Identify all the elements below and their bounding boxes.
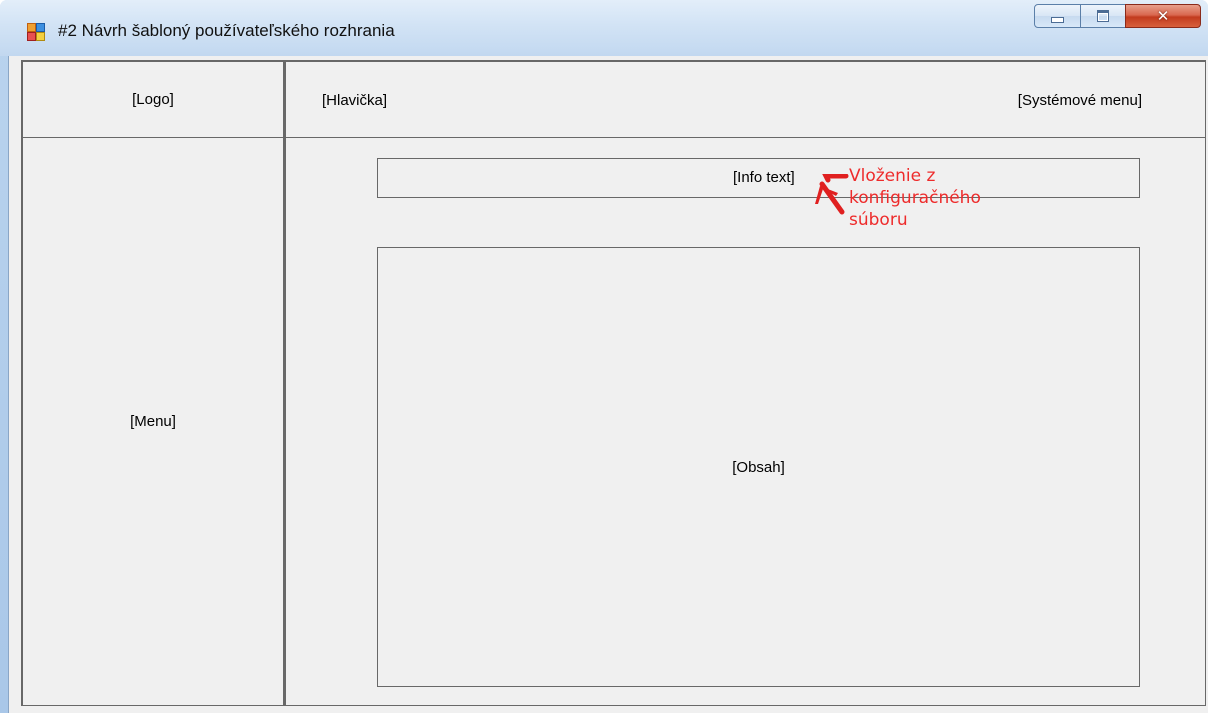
content-box: [Obsah] [377,247,1140,687]
menu-panel: [Menu] [21,137,284,706]
logo-label: [Logo] [132,91,174,108]
header-label: [Hlavička] [322,92,388,109]
red-arrow-icon [815,174,849,215]
minimize-icon [1051,17,1064,23]
window-title: #2 Návrh šabloný používateľského rozhran… [58,21,395,40]
logo-panel: [Logo] [21,60,284,138]
maximize-icon [1097,10,1109,22]
menu-label[interactable]: [Menu] [130,413,176,430]
maximize-button[interactable] [1080,4,1126,28]
title-bar[interactable]: #2 Návrh šabloný používateľského rozhran… [0,0,1208,56]
close-button[interactable]: ✕ [1125,4,1201,28]
app-window-icon[interactable] [27,23,45,41]
annotation-line-3: súboru [849,210,908,230]
annotation-text: Vloženie z konfiguračného súboru [849,165,1059,231]
application-window: #2 Návrh šabloný používateľského rozhran… [0,0,1208,713]
client-area: [Logo] [Hlavička] [Systémové menu] [Menu… [8,56,1208,713]
info-text-label: [Info text] [733,169,795,186]
system-menu-label[interactable]: [Systémové menu] [1018,92,1142,109]
annotation-line-2: konfiguračného [849,188,981,208]
header-panel: [Hlavička] [Systémové menu] [284,60,1206,138]
content-label: [Obsah] [732,458,785,476]
close-icon: ✕ [1156,7,1170,25]
annotation-line-1: Vloženie z [849,166,936,186]
minimize-button[interactable] [1034,4,1081,28]
